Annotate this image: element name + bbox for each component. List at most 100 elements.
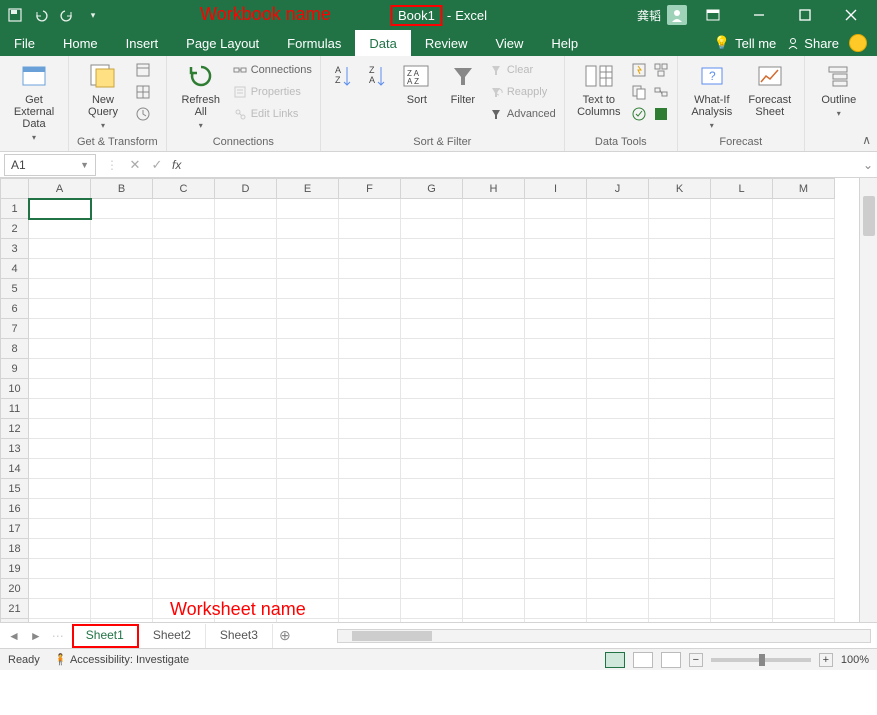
cell[interactable] bbox=[29, 619, 91, 623]
normal-view-button[interactable] bbox=[605, 652, 625, 668]
cell[interactable] bbox=[339, 439, 401, 459]
cell[interactable] bbox=[215, 279, 277, 299]
cell[interactable] bbox=[525, 319, 587, 339]
cell[interactable] bbox=[773, 459, 835, 479]
cell[interactable] bbox=[29, 519, 91, 539]
cell[interactable] bbox=[339, 239, 401, 259]
cell[interactable] bbox=[29, 239, 91, 259]
formula-input[interactable] bbox=[185, 154, 859, 176]
cell[interactable] bbox=[463, 279, 525, 299]
cell[interactable] bbox=[401, 379, 463, 399]
cell[interactable] bbox=[91, 599, 153, 619]
cell[interactable] bbox=[773, 439, 835, 459]
cancel-formula-icon[interactable]: ✕ bbox=[124, 157, 146, 173]
cell[interactable] bbox=[215, 259, 277, 279]
cell[interactable] bbox=[91, 559, 153, 579]
cell[interactable] bbox=[91, 619, 153, 623]
cell[interactable] bbox=[401, 559, 463, 579]
cell[interactable] bbox=[463, 399, 525, 419]
cell[interactable] bbox=[153, 379, 215, 399]
column-header[interactable]: E bbox=[277, 179, 339, 199]
cell[interactable] bbox=[29, 339, 91, 359]
cell[interactable] bbox=[29, 359, 91, 379]
enter-formula-icon[interactable]: ✓ bbox=[146, 157, 168, 173]
tab-data[interactable]: Data bbox=[355, 30, 410, 56]
column-header[interactable]: F bbox=[339, 179, 401, 199]
close-button[interactable] bbox=[831, 0, 871, 30]
cell[interactable] bbox=[277, 299, 339, 319]
cell[interactable] bbox=[153, 199, 215, 219]
cell[interactable] bbox=[401, 619, 463, 623]
cell[interactable] bbox=[91, 539, 153, 559]
cell[interactable] bbox=[401, 479, 463, 499]
cell[interactable] bbox=[649, 539, 711, 559]
cell[interactable] bbox=[277, 399, 339, 419]
cell[interactable] bbox=[463, 199, 525, 219]
tab-formulas[interactable]: Formulas bbox=[273, 30, 355, 56]
cell[interactable] bbox=[215, 459, 277, 479]
select-all-cell[interactable] bbox=[1, 179, 29, 199]
row-header[interactable]: 19 bbox=[1, 559, 29, 579]
cell[interactable] bbox=[463, 319, 525, 339]
cell[interactable] bbox=[401, 259, 463, 279]
cell-grid[interactable]: ABCDEFGHIJKLM123456789101112131415161718… bbox=[0, 178, 859, 622]
cell[interactable] bbox=[401, 279, 463, 299]
sort-az-button[interactable]: AZ bbox=[329, 60, 357, 92]
cell[interactable] bbox=[711, 299, 773, 319]
cell[interactable] bbox=[339, 299, 401, 319]
from-table-button[interactable] bbox=[135, 82, 151, 102]
cell[interactable] bbox=[401, 579, 463, 599]
cell[interactable] bbox=[587, 419, 649, 439]
cell[interactable] bbox=[773, 199, 835, 219]
cell[interactable] bbox=[277, 339, 339, 359]
cell[interactable] bbox=[401, 399, 463, 419]
cell[interactable] bbox=[277, 219, 339, 239]
scroll-tabs-left-icon[interactable]: ◄ bbox=[8, 629, 20, 643]
row-header[interactable]: 2 bbox=[1, 219, 29, 239]
cell[interactable] bbox=[649, 579, 711, 599]
cell[interactable] bbox=[401, 359, 463, 379]
cell[interactable] bbox=[463, 599, 525, 619]
accessibility-status[interactable]: 🧍 Accessibility: Investigate bbox=[54, 653, 189, 666]
cell[interactable] bbox=[339, 599, 401, 619]
cell[interactable] bbox=[401, 419, 463, 439]
cell[interactable] bbox=[649, 439, 711, 459]
cell[interactable] bbox=[649, 359, 711, 379]
consolidate-button[interactable] bbox=[653, 60, 669, 80]
cell[interactable] bbox=[153, 239, 215, 259]
cell[interactable] bbox=[525, 619, 587, 623]
cell[interactable] bbox=[463, 419, 525, 439]
cell[interactable] bbox=[401, 199, 463, 219]
cell[interactable] bbox=[711, 199, 773, 219]
cell[interactable] bbox=[649, 199, 711, 219]
name-box[interactable]: A1 ▼ bbox=[4, 154, 96, 176]
cell[interactable] bbox=[587, 599, 649, 619]
row-header[interactable]: 9 bbox=[1, 359, 29, 379]
cell[interactable] bbox=[339, 499, 401, 519]
cell[interactable] bbox=[277, 539, 339, 559]
tab-page-layout[interactable]: Page Layout bbox=[172, 30, 273, 56]
zoom-slider[interactable] bbox=[711, 658, 811, 662]
cell[interactable] bbox=[773, 539, 835, 559]
cell[interactable] bbox=[711, 379, 773, 399]
cell[interactable] bbox=[401, 539, 463, 559]
cell[interactable] bbox=[463, 499, 525, 519]
cell[interactable] bbox=[773, 419, 835, 439]
cell[interactable] bbox=[773, 499, 835, 519]
cell[interactable] bbox=[587, 479, 649, 499]
cell[interactable] bbox=[649, 319, 711, 339]
filter-button[interactable]: Filter bbox=[443, 60, 483, 106]
cell[interactable] bbox=[401, 519, 463, 539]
cell[interactable] bbox=[339, 579, 401, 599]
row-header[interactable]: 18 bbox=[1, 539, 29, 559]
row-header[interactable]: 10 bbox=[1, 379, 29, 399]
cell[interactable] bbox=[29, 479, 91, 499]
cell[interactable] bbox=[649, 519, 711, 539]
cell[interactable] bbox=[339, 379, 401, 399]
cell[interactable] bbox=[339, 459, 401, 479]
cell[interactable] bbox=[339, 479, 401, 499]
cell[interactable] bbox=[649, 339, 711, 359]
cell[interactable] bbox=[29, 579, 91, 599]
cell[interactable] bbox=[153, 459, 215, 479]
cell[interactable] bbox=[773, 219, 835, 239]
